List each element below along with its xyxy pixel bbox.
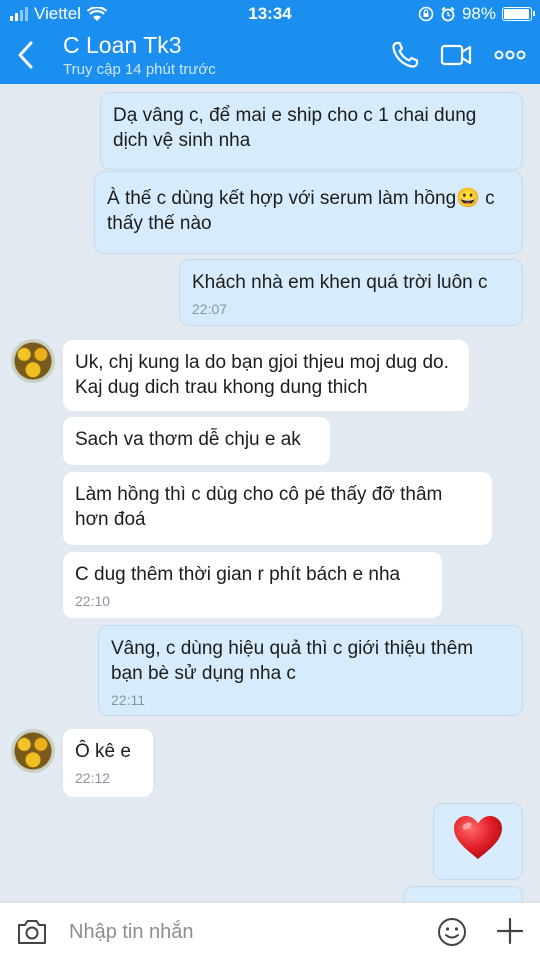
message-input[interactable]: Nhập tin nhắn xyxy=(69,921,194,944)
message-time: 22:07 xyxy=(192,301,228,317)
message-text: Sach va thơm dễ chju e ak xyxy=(75,429,301,450)
camera-button[interactable] xyxy=(16,917,48,947)
heart-icon xyxy=(454,816,502,859)
contact-avatar[interactable] xyxy=(11,729,55,773)
rotation-lock-icon xyxy=(418,6,434,22)
status-bar: Viettel 13:34 98% xyxy=(0,0,540,28)
message-bubble-incoming[interactable]: Uk, chj kung la do bạn gjoi thjeu moj du… xyxy=(63,340,469,411)
contact-avatar[interactable] xyxy=(11,339,55,383)
message-text: Làm hồng thì c dùg cho cô pé thấy đỡ thâ… xyxy=(75,484,443,530)
battery-fill xyxy=(504,9,530,19)
message-bubble-outgoing[interactable]: À thế c dùng kết hợp với serum làm hồng😀… xyxy=(94,171,523,254)
battery-percent: 98% xyxy=(461,4,496,23)
message-text: Uk, chj kung la do bạn gjoi thjeu moj du… xyxy=(75,352,449,398)
back-button[interactable] xyxy=(12,38,40,72)
message-text: Ô kê e xyxy=(75,741,131,762)
plus-button[interactable] xyxy=(496,917,524,945)
message-time: 22:10 xyxy=(75,593,111,609)
battery-icon xyxy=(502,7,535,21)
message-bubble-outgoing[interactable]: Vâng, c dùng hiệu quả thì c giới thiệu t… xyxy=(98,625,523,716)
last-seen-status: Truy cập 14 phút trước xyxy=(63,61,216,78)
emoji-button[interactable] xyxy=(437,917,467,947)
message-bubble-outgoing[interactable] xyxy=(403,886,523,902)
message-bubble-outgoing[interactable]: Dạ vâng c, để mai e ship cho c 1 chai du… xyxy=(100,92,523,170)
phone-call-button[interactable] xyxy=(390,40,422,70)
message-input-bar: Nhập tin nhắn xyxy=(0,902,540,960)
message-time: 22:11 xyxy=(111,692,145,708)
contact-name[interactable]: C Loan Tk3 xyxy=(63,32,181,59)
message-text: À thế c dùng kết hợp với serum làm hồng😀… xyxy=(107,188,495,234)
chat-header: C Loan Tk3 Truy cập 14 phút trước xyxy=(0,28,540,84)
alarm-icon xyxy=(441,6,455,22)
message-text: Vâng, c dùng hiệu quả thì c giới thiệu t… xyxy=(111,638,474,684)
message-text: Khách nhà em khen quá trời luôn c xyxy=(192,272,488,293)
message-bubble-incoming[interactable]: Ô kê e 22:12 xyxy=(63,729,153,797)
message-bubble-incoming[interactable]: C dug thêm thời gian r phít bách e nha 2… xyxy=(63,552,442,618)
video-call-button[interactable] xyxy=(440,40,472,70)
message-bubble-incoming[interactable]: Làm hồng thì c dùg cho cô pé thấy đỡ thâ… xyxy=(63,472,492,545)
message-bubble-outgoing[interactable] xyxy=(433,803,523,880)
message-list[interactable]: Dạ vâng c, để mai e ship cho c 1 chai du… xyxy=(0,84,540,902)
message-bubble-outgoing[interactable]: Khách nhà em khen quá trời luôn c 22:07 xyxy=(179,259,523,326)
message-time: 22:12 xyxy=(75,770,111,786)
message-text: C dug thêm thời gian r phít bách e nha xyxy=(75,564,401,585)
message-bubble-incoming[interactable]: Sach va thơm dễ chju e ak xyxy=(63,417,330,465)
message-text: Dạ vâng c, để mai e ship cho c 1 chai du… xyxy=(113,105,477,151)
more-options-button[interactable] xyxy=(494,40,526,70)
status-right: 98% xyxy=(418,4,535,24)
